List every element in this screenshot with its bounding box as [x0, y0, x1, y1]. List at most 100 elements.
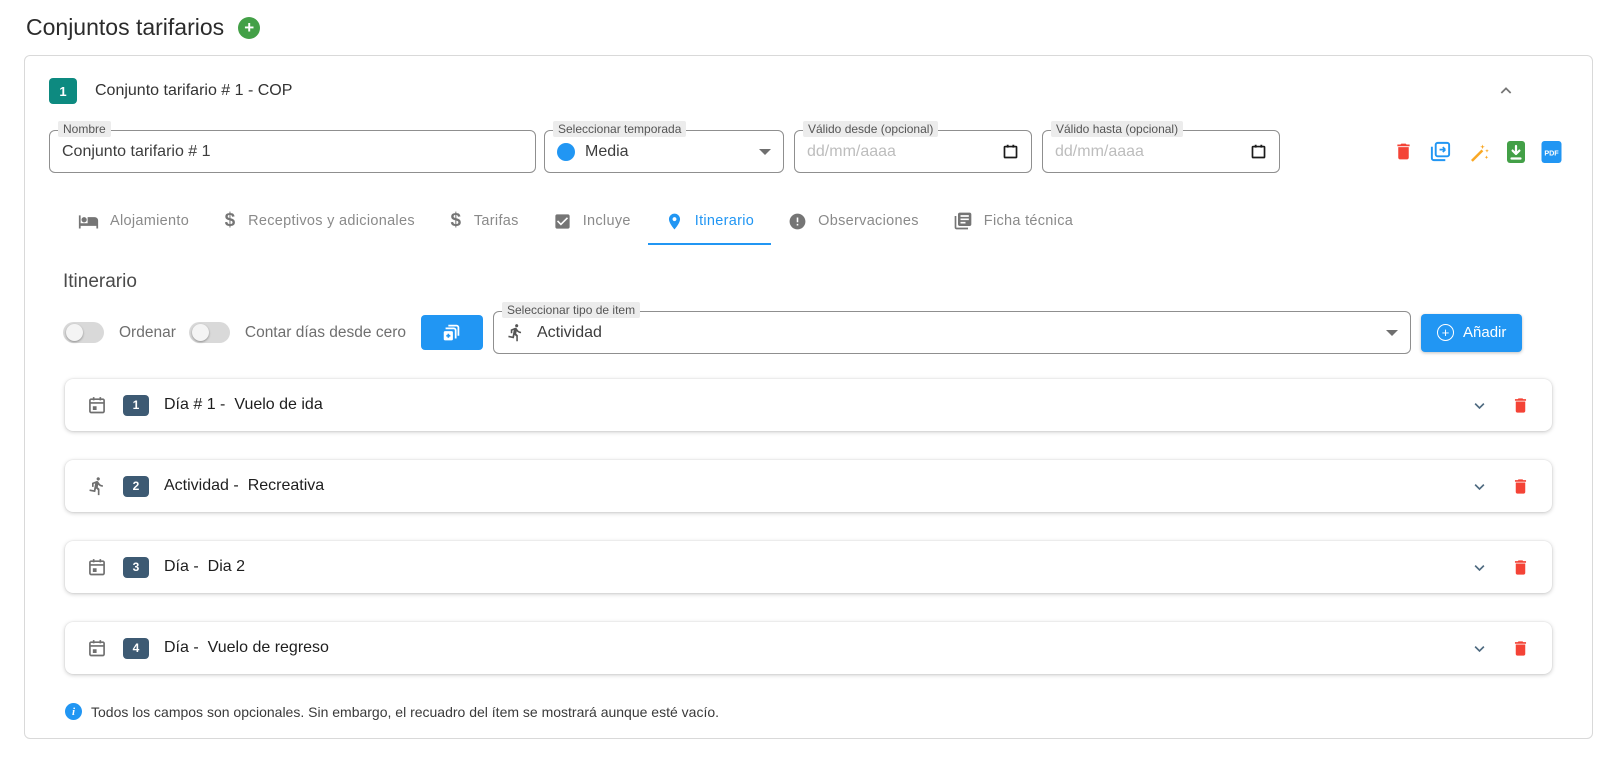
toggle-knob — [192, 324, 209, 341]
valid-to-field[interactable]: Válido hasta (opcional) dd/mm/aaaa — [1042, 130, 1280, 173]
name-field-label: Nombre — [58, 121, 111, 137]
valid-from-field[interactable]: Válido desde (opcional) dd/mm/aaaa — [794, 130, 1032, 173]
valid-from-placeholder: dd/mm/aaaa — [807, 143, 896, 161]
tab-label: Tarifas — [474, 213, 519, 229]
calendar-icon — [87, 638, 107, 658]
bed-icon — [78, 211, 99, 232]
dropdown-arrow-icon — [1386, 330, 1398, 336]
name-field[interactable]: Nombre — [49, 130, 536, 173]
season-selected-value: Media — [585, 143, 629, 161]
item-number-badge: 3 — [123, 557, 149, 578]
season-select-label: Seleccionar temporada — [553, 121, 686, 137]
optional-fields-note: i Todos los campos son opcionales. Sin e… — [65, 703, 1568, 720]
duplicate-set-icon[interactable] — [1429, 140, 1452, 163]
tab-tarifas[interactable]: $ Tarifas — [432, 199, 536, 245]
item-type-selected-value: Actividad — [537, 324, 602, 342]
item-type-select[interactable]: Seleccionar tipo de item Actividad — [493, 311, 1411, 354]
tab-ficha-tecnica[interactable]: Ficha técnica — [936, 199, 1090, 245]
add-item-button[interactable]: + Añadir — [1421, 314, 1522, 352]
order-toggle[interactable] — [63, 322, 104, 343]
page-header: Conjuntos tarifarios + — [26, 14, 1593, 41]
delete-item-icon[interactable] — [1511, 639, 1530, 658]
toggle-knob — [66, 324, 83, 341]
tab-receptivos[interactable]: $ Receptivos y adicionales — [206, 199, 432, 245]
delete-item-icon[interactable] — [1511, 558, 1530, 577]
item-subtitle: Vuelo de regreso — [208, 639, 329, 657]
season-select[interactable]: Seleccionar temporada Media — [544, 130, 784, 173]
card-tabs: Alojamiento $ Receptivos y adicionales $… — [61, 199, 1568, 245]
calendar-picker-icon[interactable] — [1002, 143, 1019, 160]
export-excel-icon[interactable] — [1506, 141, 1526, 163]
document-lines-icon — [953, 211, 973, 231]
valid-from-label: Válido desde (opcional) — [803, 121, 938, 137]
exclamation-circle-icon — [788, 212, 807, 231]
chevron-up-icon[interactable] — [1498, 83, 1514, 99]
calendar-picker-icon[interactable] — [1250, 143, 1267, 160]
itinerary-items: 1 Día # 1 - Vuelo de ida 2 Actividad - R… — [65, 379, 1552, 674]
dollar-icon: $ — [223, 210, 237, 232]
card-form-row: Nombre Seleccionar temporada Media Válid… — [49, 130, 1568, 173]
tab-label: Incluye — [583, 213, 631, 229]
item-subtitle: Recreativa — [248, 477, 324, 495]
item-row-actions — [1472, 477, 1530, 496]
note-text: Todos los campos son opcionales. Sin emb… — [91, 704, 719, 720]
tariff-set-card: 1 Conjunto tarifario # 1 - COP Nombre Se… — [24, 55, 1593, 739]
card-header: 1 Conjunto tarifario # 1 - COP — [49, 78, 1568, 104]
tab-label: Receptivos y adicionales — [248, 213, 415, 229]
export-pdf-icon[interactable]: PDF — [1541, 141, 1562, 163]
location-pin-icon — [665, 212, 684, 231]
dollar-icon: $ — [449, 210, 463, 232]
item-number-badge: 4 — [123, 638, 149, 659]
calendar-icon — [87, 557, 107, 577]
season-color-dot — [557, 143, 575, 161]
item-number-badge: 2 — [123, 476, 149, 497]
item-type-label: Seleccionar tipo de item — [502, 302, 640, 318]
itinerary-item-row[interactable]: 3 Día - Dia 2 — [65, 541, 1552, 593]
card-title: Conjunto tarifario # 1 - COP — [95, 82, 292, 100]
card-index-badge: 1 — [49, 78, 77, 104]
item-subtitle: Dia 2 — [208, 558, 245, 576]
add-tariff-set-icon[interactable]: + — [238, 17, 260, 39]
count-days-from-zero-toggle[interactable] — [189, 322, 230, 343]
calendar-icon — [87, 395, 107, 415]
delete-set-icon[interactable] — [1393, 141, 1414, 162]
item-title: Actividad - — [164, 477, 239, 495]
item-title: Día - — [164, 639, 199, 657]
tab-observaciones[interactable]: Observaciones — [771, 199, 936, 245]
item-title: Día # 1 - — [164, 396, 225, 414]
valid-to-placeholder: dd/mm/aaaa — [1055, 143, 1144, 161]
copy-stack-plus-icon — [441, 322, 463, 344]
name-input[interactable] — [62, 143, 523, 161]
item-title: Día - — [164, 558, 199, 576]
delete-item-icon[interactable] — [1511, 396, 1530, 415]
item-row-actions — [1472, 558, 1530, 577]
running-person-icon — [87, 476, 107, 496]
page-title: Conjuntos tarifarios — [26, 14, 224, 41]
item-row-actions — [1472, 639, 1530, 658]
item-row-actions — [1472, 396, 1530, 415]
svg-text:PDF: PDF — [1544, 148, 1559, 157]
item-number-badge: 1 — [123, 395, 149, 416]
itinerary-item-row[interactable]: 4 Día - Vuelo de regreso — [65, 622, 1552, 674]
itinerary-item-row[interactable]: 1 Día # 1 - Vuelo de ida — [65, 379, 1552, 431]
tab-itinerario[interactable]: Itinerario — [648, 199, 771, 245]
tab-label: Itinerario — [695, 213, 754, 229]
valid-to-label: Válido hasta (opcional) — [1051, 121, 1183, 137]
chevron-down-icon[interactable] — [1472, 560, 1487, 575]
tab-label: Alojamiento — [110, 213, 189, 229]
copy-items-button[interactable] — [421, 315, 483, 350]
itinerary-item-row[interactable]: 2 Actividad - Recreativa — [65, 460, 1552, 512]
page: Conjuntos tarifarios + 1 Conjunto tarifa… — [0, 0, 1617, 768]
tab-incluye[interactable]: Incluye — [536, 199, 648, 245]
tab-label: Ficha técnica — [984, 213, 1073, 229]
running-person-icon — [506, 323, 525, 342]
delete-item-icon[interactable] — [1511, 477, 1530, 496]
chevron-down-icon[interactable] — [1472, 641, 1487, 656]
add-item-button-label: Añadir — [1463, 324, 1506, 341]
tab-alojamiento[interactable]: Alojamiento — [61, 199, 206, 245]
magic-wand-icon[interactable] — [1467, 140, 1491, 164]
chevron-down-icon[interactable] — [1472, 479, 1487, 494]
itinerary-controls: Ordenar Contar días desde cero Seleccion… — [63, 311, 1568, 354]
info-icon: i — [65, 703, 82, 720]
chevron-down-icon[interactable] — [1472, 398, 1487, 413]
